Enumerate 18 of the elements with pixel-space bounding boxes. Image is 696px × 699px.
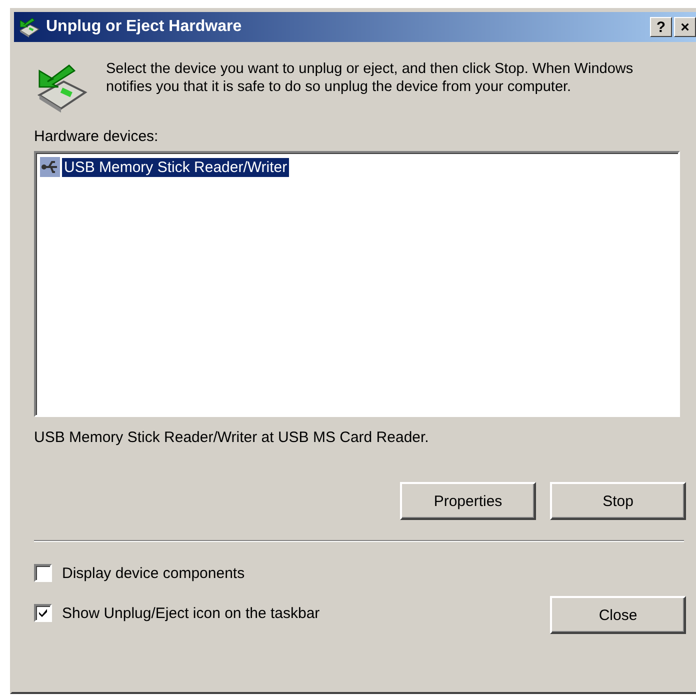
eject-hardware-icon — [18, 16, 40, 38]
check-mark-icon — [38, 608, 48, 618]
null[interactable]: Close — [550, 596, 686, 634]
null[interactable]: Stop — [550, 482, 686, 520]
close-window-button[interactable]: × — [674, 17, 696, 37]
device-description: USB Memory Stick Reader/Writer at USB MS Card Reader. — [34, 429, 430, 446]
checkbox[interactable] — [34, 564, 52, 582]
null[interactable]: Properties — [400, 482, 536, 520]
list-label: Hardware devices: — [34, 128, 160, 145]
checkbox[interactable] — [34, 604, 52, 622]
checkbox-label: Show Unplug/Eject icon on the taskbar — [62, 604, 320, 622]
hardware-device-list[interactable]: USB Memory Stick Reader/Writer — [34, 151, 680, 417]
help-button[interactable]: ? — [650, 17, 672, 37]
usb-plug-icon — [40, 157, 60, 177]
checkbox-label: Display device components — [62, 564, 245, 582]
instruction-text: Select the device you want to unplug or eject, and then click Stop. When Windows notifies you that it is safe to do so unplug the device from your computer. — [106, 60, 634, 96]
device-list-item[interactable]: USB Memory Stick Reader/Writer — [62, 158, 290, 176]
window-title: Unplug or Eject Hardware — [46, 18, 243, 36]
